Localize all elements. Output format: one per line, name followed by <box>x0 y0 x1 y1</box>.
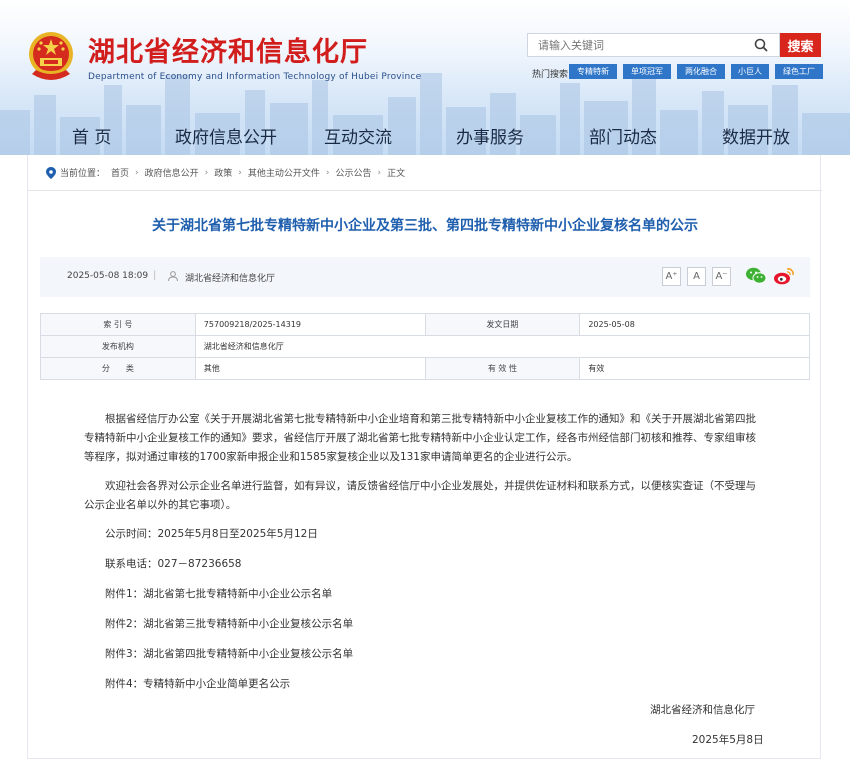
hot-search-tags: 专精特新 单项冠军 两化融合 小巨人 绿色工厂 <box>569 64 823 79</box>
attachment-link[interactable]: 附件4：专精特新中小企业简单更名公示 <box>84 675 766 694</box>
validity-value: 有效 <box>579 357 810 380</box>
breadcrumb: 当前位置： 首页 › 政府信息公开 › 政策 › 其他主动公开文件 › 公示公告… <box>46 166 405 179</box>
breadcrumb-item-gov-info[interactable]: 政府信息公开 <box>145 166 199 179</box>
wechat-share-icon[interactable] <box>745 266 767 286</box>
weibo-share-icon[interactable] <box>773 266 795 286</box>
font-decrease-button[interactable]: A⁻ <box>712 267 731 286</box>
nav-item-interaction[interactable]: 互动交流 <box>324 123 392 148</box>
search-box <box>527 33 780 57</box>
hot-search-label: 热门搜索: <box>532 70 572 80</box>
divider <box>28 190 822 191</box>
user-icon <box>168 271 178 282</box>
site-header: 湖北省经济和信息化厅 Department of Economy and Inf… <box>0 0 850 155</box>
search-icon[interactable] <box>750 34 772 56</box>
chevron-right-icon: › <box>238 167 242 178</box>
breadcrumb-item-current: 正文 <box>387 169 406 179</box>
chevron-right-icon: › <box>135 167 139 178</box>
site-title[interactable]: 湖北省经济和信息化厅 <box>88 30 368 69</box>
breadcrumb-item-policy[interactable]: 政策 <box>214 166 232 179</box>
table-row: 发布机构 湖北省经济和信息化厅 <box>40 335 811 358</box>
article-body: 根据省经信厅办公室《关于开展湖北省第七批专精特新中小企业培育和第三批专精特新中小… <box>84 410 766 705</box>
category-label: 分 类 <box>40 357 196 380</box>
issuer-value: 湖北省经济和信息化厅 <box>194 335 811 358</box>
attachment-link[interactable]: 附件1：湖北省第七批专精特新中小企业公示名单 <box>84 585 766 604</box>
attachment-link[interactable]: 附件3：湖北省第四批专精特新中小企业复核公示名单 <box>84 645 766 664</box>
chevron-right-icon: › <box>377 167 382 178</box>
table-row: 索 引 号 757009218/2025-14319 发文日期 2025-05-… <box>40 313 810 336</box>
breadcrumb-label: 当前位置： <box>60 169 106 179</box>
search-button[interactable]: 搜索 <box>780 33 821 57</box>
hot-tag[interactable]: 两化融合 <box>677 64 725 79</box>
hot-tag[interactable]: 小巨人 <box>731 64 769 79</box>
hot-tag[interactable]: 单项冠军 <box>623 64 671 79</box>
body-paragraph: 欢迎社会各界对公示企业名单进行监督，如有异议，请反馈省经信厅中小企业发展处，并提… <box>84 480 756 511</box>
index-label: 索 引 号 <box>40 313 196 336</box>
content-panel: 当前位置： 首页 › 政府信息公开 › 政策 › 其他主动公开文件 › 公示公告… <box>27 155 822 759</box>
font-default-button[interactable]: A <box>687 267 706 286</box>
publish-datetime: 2025-05-08 18:09 <box>67 271 149 281</box>
font-increase-button[interactable]: A⁺ <box>662 267 681 286</box>
meta-divider: | <box>153 270 157 281</box>
article-source: 湖北省经济和信息化厅 <box>185 274 276 284</box>
article-title: 关于湖北省第七批专精特新中小企业及第三批、第四批专精特新中小企业复核名单的公示 <box>152 218 698 234</box>
nav-item-home[interactable]: 首 页 <box>72 123 111 148</box>
site-subtitle: Department of Economy and Information Te… <box>88 72 422 82</box>
chevron-right-icon: › <box>204 167 209 178</box>
location-pin-icon <box>46 166 56 179</box>
article-meta-bar: 2025-05-08 18:09 | 湖北省经济和信息化厅 A⁺ A A⁻ <box>40 257 810 297</box>
signature-issuer: 湖北省经济和信息化厅 <box>650 704 755 716</box>
category-value: 其他 <box>194 357 426 380</box>
nav-item-services[interactable]: 办事服务 <box>456 123 524 148</box>
validity-label: 有 效 性 <box>424 357 581 380</box>
document-info-table: 索 引 号 757009218/2025-14319 发文日期 2025-05-… <box>40 313 811 380</box>
nav-item-news[interactable]: 部门动态 <box>589 123 657 148</box>
chevron-right-icon: › <box>325 167 330 178</box>
nav-item-open-data[interactable]: 数据开放 <box>722 123 790 148</box>
notice-period: 公示时间：2025年5月8日至2025年5月12日 <box>105 528 318 540</box>
hot-tag[interactable]: 专精特新 <box>569 64 617 79</box>
publish-date-label: 发文日期 <box>424 313 581 336</box>
hot-tag[interactable]: 绿色工厂 <box>775 64 823 79</box>
signature-date: 2025年5月8日 <box>692 734 764 746</box>
breadcrumb-item-notices[interactable]: 公示公告 <box>336 166 372 179</box>
search-input[interactable] <box>528 34 750 56</box>
national-emblem-logo <box>29 32 73 80</box>
table-row: 分 类 其他 有 效 性 有效 <box>40 357 810 380</box>
breadcrumb-item-other-files[interactable]: 其他主动公开文件 <box>248 166 320 179</box>
index-value: 757009218/2025-14319 <box>194 313 426 336</box>
issuer-label: 发布机构 <box>40 335 196 358</box>
body-paragraph: 根据省经信厅办公室《关于开展湖北省第七批专精特新中小企业培育和第三批专精特新中小… <box>84 413 756 463</box>
contact-phone: 联系电话：027－87236658 <box>105 558 242 570</box>
breadcrumb-item-home[interactable]: 首页 <box>111 166 129 179</box>
publish-date-value: 2025-05-08 <box>579 313 810 336</box>
nav-item-gov-info[interactable]: 政府信息公开 <box>175 123 277 148</box>
attachment-link[interactable]: 附件2：湖北省第三批专精特新中小企业复核公示名单 <box>84 615 766 634</box>
main-nav: 首 页 政府信息公开 互动交流 办事服务 部门动态 数据开放 <box>0 113 850 155</box>
